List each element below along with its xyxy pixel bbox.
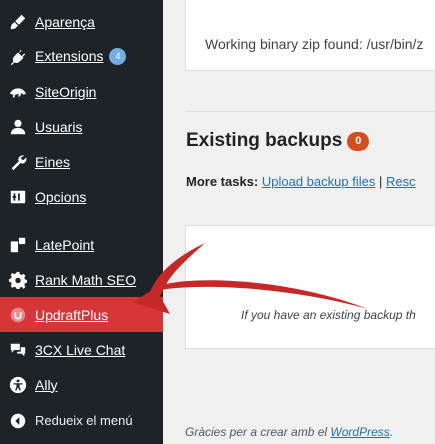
settings-icon <box>8 187 28 207</box>
footer-period: . <box>389 425 394 439</box>
sidebar-item-label: Eines <box>35 153 71 170</box>
user-icon <box>8 117 28 137</box>
divider <box>185 111 435 112</box>
sidebar-item-label: Ally <box>35 376 58 393</box>
sidebar-item-label: 3CX Live Chat <box>35 341 126 358</box>
sidebar-item-label: SiteOrigin <box>35 83 97 100</box>
footer-thanks-text: Gràcies per a crear amb el <box>185 425 328 439</box>
collapse-menu-label: Redueix el menú <box>35 413 133 428</box>
chat-icon <box>8 340 28 360</box>
no-backups-message: If you have an existing backup th <box>241 308 416 322</box>
upload-backup-files-link[interactable]: Upload backup files <box>262 174 375 189</box>
admin-footer: Gràcies per a crear amb el WordPress. <box>185 425 393 439</box>
collapse-arrow-icon <box>8 411 28 431</box>
plugin-icon <box>8 47 28 67</box>
sidebar-item-tools[interactable]: Eines <box>0 144 163 179</box>
sidebar-item-latepoint[interactable]: LatePoint <box>0 227 163 262</box>
sidebar-item-rank-math[interactable]: Rank Math SEO <box>0 262 163 297</box>
gear-icon <box>8 270 28 290</box>
sidebar-item-label: UpdraftPlus <box>35 306 109 323</box>
sidebar-item-label: Usuaris <box>35 118 83 135</box>
existing-backups-title: Existing backups <box>186 130 343 151</box>
wordpress-link[interactable]: WordPress <box>330 425 389 439</box>
update-count-badge: 4 <box>109 48 127 66</box>
sidebar-item-label: LatePoint <box>35 236 95 253</box>
zip-status-text: Working binary zip found: /usr/bin/z <box>205 36 424 52</box>
accessibility-icon <box>8 375 28 395</box>
wrench-icon <box>8 152 28 172</box>
more-tasks-row: More tasks: Upload backup files | Resc <box>186 174 416 189</box>
sidebar-item-settings[interactable]: Opcions <box>0 179 163 214</box>
existing-backups-heading: Existing backups 0 <box>186 130 370 152</box>
status-panel: Working binary zip found: /usr/bin/z <box>185 0 435 71</box>
rescan-link[interactable]: Resc <box>386 174 416 189</box>
backups-count-badge: 0 <box>347 131 370 151</box>
updraft-icon <box>8 305 28 325</box>
more-tasks-label: More tasks: <box>186 174 259 189</box>
sidebar-item-users[interactable]: Usuaris <box>0 109 163 144</box>
sidebar-item-appearance[interactable]: Aparença <box>0 4 163 39</box>
backups-table: If you have an existing backup th <box>185 225 435 349</box>
collapse-menu-button[interactable]: Redueix el menú <box>0 403 163 438</box>
admin-sidebar: Aparença Extensions 4 SiteOrigin Usuaris … <box>0 0 163 444</box>
paintbrush-icon <box>8 12 28 32</box>
sidebar-item-extensions[interactable]: Extensions 4 <box>0 39 163 74</box>
siteorigin-icon <box>8 82 28 102</box>
sidebar-item-label: Rank Math SEO <box>35 271 137 288</box>
sidebar-item-label: Aparença <box>35 13 95 30</box>
tasks-separator: | <box>378 174 383 189</box>
sidebar-item-ally[interactable]: Ally <box>0 367 163 402</box>
sidebar-item-label: Opcions <box>35 188 87 205</box>
sidebar-item-siteorigin[interactable]: SiteOrigin <box>0 74 163 109</box>
sidebar-item-updraftplus[interactable]: UpdraftPlus <box>0 297 163 332</box>
sidebar-item-3cx-live-chat[interactable]: 3CX Live Chat <box>0 332 163 367</box>
sidebar-item-label: Extensions 4 <box>35 48 127 66</box>
latepoint-icon <box>8 235 28 255</box>
main-content: Working binary zip found: /usr/bin/z Exi… <box>163 0 435 444</box>
